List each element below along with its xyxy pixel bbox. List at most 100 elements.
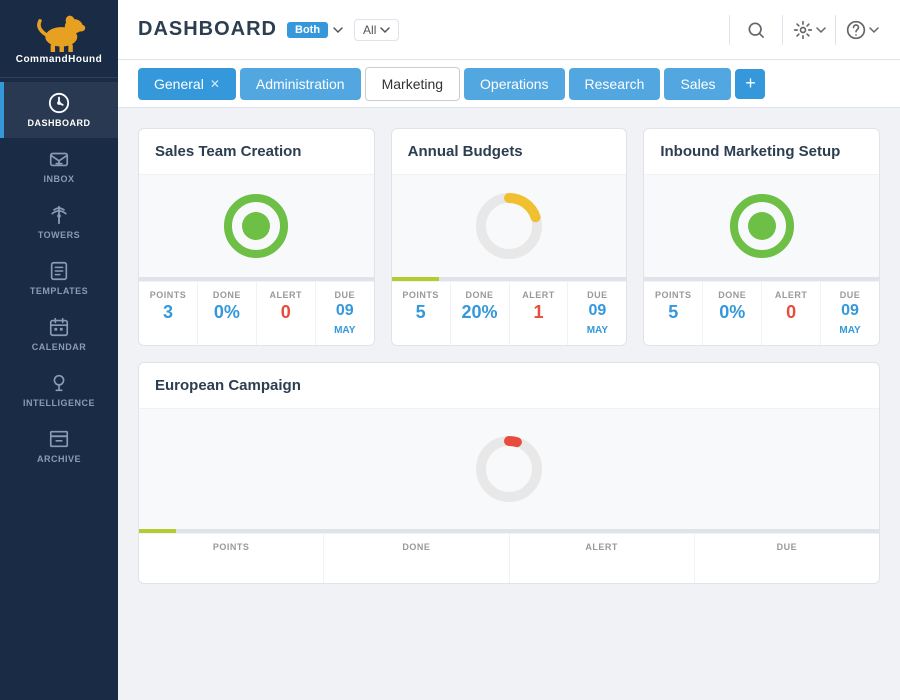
stat-value: 3 — [163, 302, 173, 323]
logo-icon — [32, 12, 87, 52]
templates-icon — [48, 260, 70, 282]
sidebar-item-dashboard[interactable]: DASHBOARD — [0, 82, 118, 138]
card-inbound-marketing: Inbound Marketing Setup — [643, 128, 880, 346]
stat-due-budgets: DUE 09 MAY — [568, 282, 626, 345]
tab-add-icon: + — [745, 73, 756, 94]
filter-both-badge[interactable]: Both — [287, 22, 328, 38]
all-chevron-icon — [380, 25, 390, 35]
card-title-sales-team: Sales Team Creation — [139, 129, 374, 175]
tab-research[interactable]: Research — [569, 68, 661, 100]
inbox-icon — [48, 148, 70, 170]
tab-general-label: General — [154, 76, 204, 92]
card-body-annual-budgets — [392, 175, 627, 277]
stat-points-budgets: POINTS 5 — [392, 282, 451, 345]
card-body-european — [139, 409, 879, 529]
stat-alert-european: ALERT — [510, 534, 695, 583]
tab-marketing[interactable]: Marketing — [365, 67, 460, 101]
stat-done-budgets: DONE 20% — [451, 282, 510, 345]
donut-sales-team — [221, 191, 291, 261]
stat-value: 09 MAY — [334, 302, 355, 337]
archive-icon — [48, 428, 70, 450]
sidebar-item-towers[interactable]: TOWERS — [0, 194, 118, 250]
page-title: DASHBOARD — [138, 18, 277, 41]
header: DASHBOARD Both All — [118, 0, 900, 60]
tab-research-label: Research — [585, 76, 645, 92]
search-button[interactable] — [738, 12, 774, 48]
card-progress-sales-team — [139, 277, 374, 281]
stat-value: 0 — [281, 302, 291, 323]
sidebar-item-inbox[interactable]: INBOX — [0, 138, 118, 194]
sidebar-label-inbox: INBOX — [43, 174, 74, 184]
calendar-icon — [48, 316, 70, 338]
card-footer-european: POINTS DONE ALERT DUE — [139, 533, 879, 583]
stat-points-european: POINTS — [139, 534, 324, 583]
card-title-annual-budgets: Annual Budgets — [392, 129, 627, 175]
stat-label: POINTS — [150, 290, 187, 300]
tab-operations[interactable]: Operations — [464, 68, 564, 100]
card-progress-european — [139, 529, 879, 533]
towers-icon — [48, 204, 70, 226]
card-progress-annual-budgets — [392, 277, 627, 281]
filter-all-dropdown[interactable]: All — [354, 19, 399, 41]
stat-value: 0% — [214, 302, 240, 323]
both-chevron-icon[interactable] — [332, 24, 344, 36]
top-cards-grid: Sales Team Creation — [138, 128, 880, 346]
card-progress-inbound — [644, 277, 879, 281]
stat-due-inbound: DUE 09 MAY — [821, 282, 879, 345]
sidebar-item-archive[interactable]: ARCHIVE — [0, 418, 118, 474]
card-body-sales-team — [139, 175, 374, 277]
card-body-inbound — [644, 175, 879, 277]
card-annual-budgets: Annual Budgets POINTS — [391, 128, 628, 346]
sidebar-item-intelligence[interactable]: INTELLIGENCE — [0, 362, 118, 418]
logo-area: CommandHound — [0, 0, 118, 78]
sidebar-item-templates[interactable]: TEMPLATES — [0, 250, 118, 306]
tab-operations-label: Operations — [480, 76, 548, 92]
search-icon — [746, 20, 766, 40]
donut-inbound — [727, 191, 797, 261]
logo-text: CommandHound — [16, 54, 103, 65]
header-separator-2 — [782, 15, 783, 45]
card-footer-inbound: POINTS 5 DONE 0% ALERT 0 DUE 09 — [644, 281, 879, 345]
card-sales-team-creation: Sales Team Creation — [138, 128, 375, 346]
stat-due-european: DUE — [695, 534, 879, 583]
dashboard-icon — [48, 92, 70, 114]
card-footer-annual-budgets: POINTS 5 DONE 20% ALERT 1 DUE 09 — [392, 281, 627, 345]
tab-marketing-label: Marketing — [382, 76, 443, 92]
help-button[interactable] — [844, 12, 880, 48]
tab-add-button[interactable]: + — [735, 69, 765, 99]
tab-general-close[interactable]: ✕ — [210, 77, 220, 91]
stat-due-sales: DUE 09 MAY — [316, 282, 374, 345]
sidebar-label-calendar: CALENDAR — [32, 342, 87, 352]
card-title-european: European Campaign — [139, 363, 879, 409]
sidebar: CommandHound DASHBOARD INBOX TOWERS — [0, 0, 118, 700]
stat-alert-budgets: ALERT 1 — [510, 282, 569, 345]
stat-label: DUE — [334, 290, 355, 300]
stat-points-inbound: POINTS 5 — [644, 282, 703, 345]
main-area: DASHBOARD Both All — [118, 0, 900, 700]
help-icon — [846, 20, 866, 40]
tab-sales-label: Sales — [680, 76, 715, 92]
tab-general[interactable]: General ✕ — [138, 68, 236, 100]
stat-done-european: DONE — [324, 534, 509, 583]
tab-administration[interactable]: Administration — [240, 68, 361, 100]
donut-annual-budgets — [474, 191, 544, 261]
stat-alert-sales: ALERT 0 — [257, 282, 316, 345]
stat-done-inbound: DONE 0% — [703, 282, 762, 345]
content-area: Sales Team Creation — [118, 108, 900, 700]
sidebar-label-towers: TOWERS — [38, 230, 80, 240]
donut-european — [474, 434, 544, 504]
settings-chevron-icon — [816, 25, 826, 35]
sidebar-label-dashboard: DASHBOARD — [28, 118, 91, 128]
stat-alert-inbound: ALERT 0 — [762, 282, 821, 345]
gear-icon — [793, 20, 813, 40]
stat-done-sales: DONE 0% — [198, 282, 257, 345]
settings-button[interactable] — [791, 12, 827, 48]
tab-sales[interactable]: Sales — [664, 68, 731, 100]
sidebar-label-intelligence: INTELLIGENCE — [23, 398, 95, 408]
sidebar-item-calendar[interactable]: CALENDAR — [0, 306, 118, 362]
help-chevron-icon — [869, 25, 879, 35]
tab-administration-label: Administration — [256, 76, 345, 92]
header-separator — [729, 15, 730, 45]
tabs-bar: General ✕ Administration Marketing Opera… — [118, 60, 900, 108]
sidebar-label-templates: TEMPLATES — [30, 286, 88, 296]
